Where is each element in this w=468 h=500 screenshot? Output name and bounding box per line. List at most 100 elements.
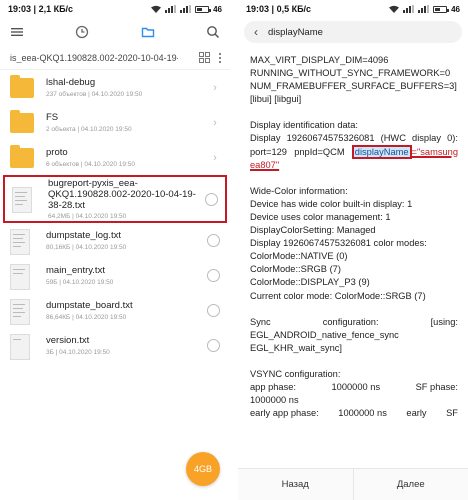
wifi-icon — [151, 5, 162, 13]
more-options-icon[interactable] — [218, 52, 222, 64]
file-row-version[interactable]: version.txt 3Б | 04.10.2020 19:50 — [0, 328, 230, 363]
doc-line: ColorMode::SRGB (7) — [250, 264, 341, 275]
doc-line: 1000000 ns — [250, 395, 299, 406]
battery-level: 46 — [213, 4, 222, 14]
file-row-dumpstate-board[interactable]: dumpstate_board.txt 86,64КБ | 04.10.2020… — [0, 293, 230, 328]
signal-icon — [165, 5, 177, 13]
file-list: lshal-debug 237 объектов | 04.10.2020 19… — [0, 70, 230, 363]
file-name: dumpstate_log.txt — [46, 230, 121, 241]
status-bar: 19:03 | 0,5 КБ/с 46 — [238, 0, 468, 18]
grid-view-icon[interactable] — [199, 52, 210, 63]
text-file-icon — [10, 228, 30, 255]
back-arrow-icon[interactable]: ‹ — [254, 26, 258, 38]
doc-line: Display 19260674575326081 (HWC display 0): — [250, 133, 458, 144]
file-name: bugreport-pyxis_eea-QKQ1.190828.002-2020… — [48, 178, 196, 211]
file-meta: 64,2МБ | 04.10.2020 19:50 — [48, 213, 127, 220]
doc-line: Wide-Color information: — [250, 185, 348, 196]
screen-divider — [230, 0, 238, 500]
select-radio[interactable] — [207, 339, 220, 352]
battery-level: 46 — [451, 4, 460, 14]
file-row-dumpstate-log[interactable]: dumpstate_log.txt 80,16КБ | 04.10.2020 1… — [0, 223, 230, 258]
folder-icon — [10, 74, 34, 98]
search-icon[interactable] — [206, 25, 220, 39]
doc-line: NUM_FRAMEBUFFER_SURFACE_BUFFERS=3] — [250, 81, 457, 92]
status-time-speed: 19:03 | 2,1 КБ/с — [8, 4, 74, 14]
doc-line: Display 19260674575326081 color modes: — [250, 238, 427, 249]
doc-line: Sync configuration: [using: — [250, 316, 458, 327]
doc-line: ColorMode::DISPLAY_P3 (9) — [250, 277, 370, 288]
breadcrumb: is_eea-QKQ1.190828.002-2020-10-04-19-38-… — [0, 46, 230, 70]
status-time-speed: 19:03 | 0,5 КБ/с — [246, 4, 312, 14]
select-radio[interactable] — [207, 234, 220, 247]
doc-line: app phase: 1000000 ns SF phase: — [250, 381, 458, 392]
file-meta: 59Б | 04.10.2020 19:50 — [46, 279, 114, 286]
doc-line: Device uses color management: 1 — [250, 211, 391, 222]
previous-match-button[interactable]: Назад — [238, 469, 353, 500]
text-viewer-screen: 19:03 | 0,5 КБ/с 46 ‹ displayName MAX_VI… — [238, 0, 468, 500]
doc-line: RUNNING_WITHOUT_SYNC_FRAMEWORK=0 — [250, 68, 451, 79]
file-manager-screen: 19:03 | 2,1 КБ/с 46 is_eea-QKQ1.190828.0… — [0, 0, 230, 500]
top-toolbar — [0, 18, 230, 46]
doc-line: Device has wide color built-in display: … — [250, 198, 413, 209]
file-name: FS — [46, 112, 59, 123]
find-bar: ‹ displayName — [238, 18, 468, 46]
text-file-icon — [10, 263, 30, 290]
folder-row-fs[interactable]: FS 2 объекта | 04.10.2020 19:50 › — [0, 105, 230, 140]
battery-icon — [195, 5, 212, 13]
wifi-icon — [389, 5, 400, 13]
file-name: lshal-debug — [46, 77, 96, 88]
file-meta: 237 объектов | 04.10.2020 19:50 — [46, 91, 143, 98]
find-navigation-bar: Назад Далее — [238, 468, 468, 500]
file-meta: 6 объектов | 04.10.2020 19:50 — [46, 161, 136, 168]
signal-icon — [403, 5, 415, 13]
folder-row-proto[interactable]: proto 6 объектов | 04.10.2020 19:50 › — [0, 140, 230, 175]
select-radio[interactable] — [207, 304, 220, 317]
select-radio[interactable] — [207, 269, 220, 282]
file-meta: 2 объекта | 04.10.2020 19:50 — [46, 126, 132, 133]
file-name: version.txt — [46, 335, 90, 346]
file-meta: 3Б | 04.10.2020 19:50 — [46, 349, 110, 356]
file-row-bugreport[interactable]: bugreport-pyxis_eea-QKQ1.190828.002-2020… — [3, 175, 227, 223]
doc-line: early app phase: 1000000 ns early SF — [250, 408, 458, 419]
doc-line: ColorMode::NATIVE (0) — [250, 251, 348, 262]
menu-icon[interactable] — [10, 25, 24, 39]
chevron-right-icon: › — [213, 151, 217, 164]
doc-line: EGL_ANDROID_native_fence_sync — [250, 329, 399, 340]
folder-icon — [10, 109, 34, 133]
folder-tab-icon[interactable] — [141, 25, 155, 39]
doc-line: VSYNC configuration: — [250, 368, 341, 379]
chevron-right-icon: › — [213, 81, 217, 94]
next-match-button[interactable]: Далее — [352, 469, 468, 500]
folder-icon — [10, 144, 34, 168]
doc-line: MAX_VIRT_DISPLAY_DIM=4096 — [250, 55, 389, 65]
signal-icon-2 — [418, 5, 430, 13]
storage-fab-button[interactable]: 4GB — [186, 452, 220, 486]
find-input[interactable]: ‹ displayName — [244, 21, 462, 43]
text-file-icon — [10, 333, 30, 360]
select-radio[interactable] — [205, 192, 218, 206]
signal-icon-2 — [180, 5, 192, 13]
doc-line-match: port=129 pnpId=QCM displayName ="samsung — [250, 144, 458, 159]
file-meta: 80,16КБ | 04.10.2020 19:50 — [46, 244, 127, 251]
doc-line: EGL_KHR_wait_sync] — [250, 342, 342, 353]
search-match-highlight: displayName — [351, 144, 412, 159]
find-query: displayName — [268, 26, 323, 38]
doc-line: Current color mode: ColorMode::SRGB (7) — [250, 290, 426, 301]
breadcrumb-path[interactable]: is_eea-QKQ1.190828.002-2020-10-04-19-38-… — [10, 53, 178, 63]
text-file-icon — [12, 187, 32, 213]
folder-row-lshal-debug[interactable]: lshal-debug 237 объектов | 04.10.2020 19… — [0, 70, 230, 105]
status-bar: 19:03 | 2,1 КБ/с 46 — [0, 0, 230, 18]
text-file-icon — [10, 298, 30, 325]
file-name: proto — [46, 147, 68, 158]
file-row-main-entry[interactable]: main_entry.txt 59Б | 04.10.2020 19:50 — [0, 258, 230, 293]
doc-line: DisplayColorSetting: Managed — [250, 225, 376, 236]
battery-icon — [433, 5, 450, 13]
file-name: dumpstate_board.txt — [46, 300, 133, 311]
document-text: MAX_VIRT_DISPLAY_DIM=4096 RUNNING_WITHOU… — [238, 46, 468, 476]
file-name: main_entry.txt — [46, 265, 105, 276]
doc-line: ea807" — [250, 159, 280, 170]
doc-line: Display identification data: — [250, 120, 359, 131]
recent-clock-icon[interactable] — [75, 25, 89, 39]
chevron-right-icon: › — [213, 116, 217, 129]
file-meta: 86,64КБ | 04.10.2020 19:50 — [46, 314, 127, 321]
